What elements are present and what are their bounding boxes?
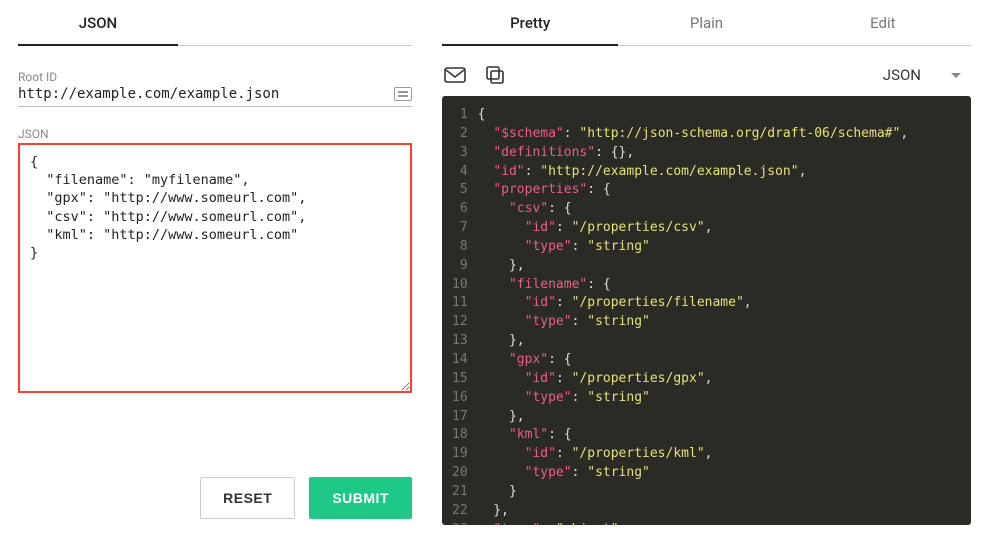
code-line: "type": "string" (478, 389, 961, 408)
button-row: RESET SUBMIT (18, 453, 412, 519)
tab-pretty[interactable]: Pretty (442, 0, 618, 46)
code-line: "id": "/properties/filename", (478, 294, 961, 313)
toolbar-left (444, 64, 506, 86)
code-line: "kml": { (478, 426, 961, 445)
code-line: "$schema": "http://json-schema.org/draft… (478, 125, 961, 144)
code-line: "type": "string" (478, 238, 961, 257)
copy-icon[interactable] (484, 64, 506, 86)
code-line: "id": "/properties/csv", (478, 219, 961, 238)
code-line: "properties": { (478, 181, 961, 200)
code-line: "type": "string" (478, 313, 961, 332)
chevron-down-icon (951, 73, 961, 78)
code-line: "id": "/properties/kml", (478, 445, 961, 464)
tab-json[interactable]: JSON (18, 0, 178, 46)
right-panel: Pretty Plain Edit JSON 12345678910111213… (430, 0, 983, 537)
left-tabs: JSON (18, 0, 412, 46)
code-line: "gpx": { (478, 351, 961, 370)
rootid-row (18, 86, 412, 107)
code-line: "definitions": {}, (478, 144, 961, 163)
code-line: "type": "object" (478, 521, 961, 525)
code-lines[interactable]: { "$schema": "http://json-schema.org/dra… (478, 106, 971, 515)
right-tabs: Pretty Plain Edit (442, 0, 971, 46)
format-select[interactable]: JSON (883, 66, 969, 84)
code-line: }, (478, 257, 961, 276)
format-selected-label: JSON (883, 66, 921, 84)
code-line: "type": "string" (478, 464, 961, 483)
mail-icon[interactable] (444, 64, 466, 86)
code-line: { (478, 106, 961, 125)
code-line: }, (478, 332, 961, 351)
json-label: JSON (18, 127, 412, 141)
code-output: 123456789101112131415161718192021222324 … (442, 96, 971, 525)
code-line: "filename": { (478, 276, 961, 295)
line-gutter: 123456789101112131415161718192021222324 (442, 106, 478, 515)
rootid-input[interactable] (18, 86, 394, 102)
rootid-label: Root ID (18, 70, 412, 84)
tab-plain[interactable]: Plain (618, 0, 794, 45)
json-textarea[interactable] (18, 143, 412, 393)
reset-button[interactable]: RESET (200, 477, 295, 519)
code-line: }, (478, 502, 961, 521)
id-card-icon[interactable] (394, 87, 412, 101)
output-toolbar: JSON (442, 60, 971, 96)
left-panel: JSON Root ID JSON RESET SUBMIT (0, 0, 430, 537)
code-line: "csv": { (478, 200, 961, 219)
code-line: "id": "http://example.com/example.json", (478, 163, 961, 182)
tab-edit[interactable]: Edit (795, 0, 971, 45)
submit-button[interactable]: SUBMIT (309, 477, 412, 519)
code-line: } (478, 483, 961, 502)
code-line: }, (478, 408, 961, 427)
code-line: "id": "/properties/gpx", (478, 370, 961, 389)
